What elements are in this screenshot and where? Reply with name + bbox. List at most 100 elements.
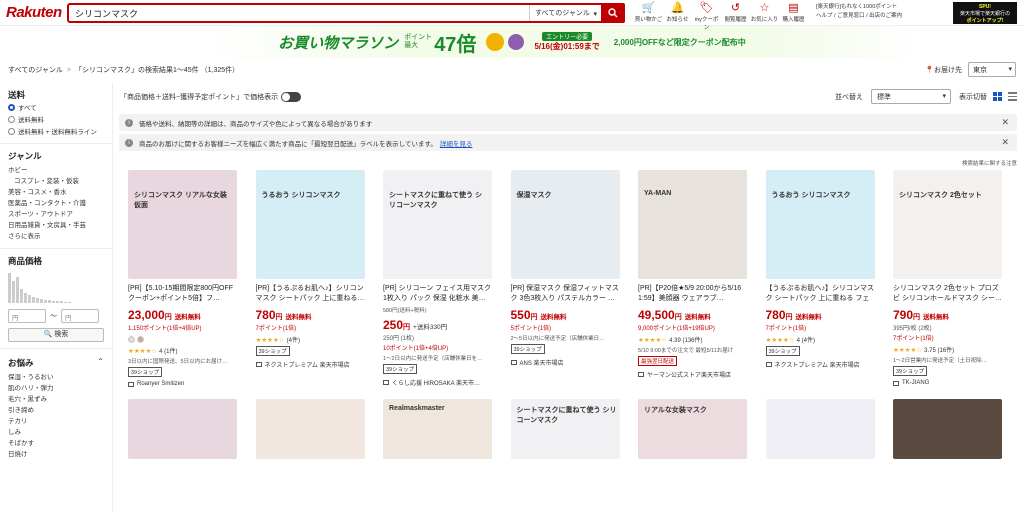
history-link[interactable]: ↺ 閲覧履歴 — [721, 2, 750, 31]
price-min-input[interactable]: 円 — [8, 309, 46, 323]
genre-select[interactable]: すべてのジャンル ▾ — [529, 5, 601, 21]
genre-item-sports[interactable]: スポーツ・アウトドア — [0, 209, 112, 220]
product-title[interactable]: [PR]【うるぷるお肌へ♪】シリコンマスク シートパック 上に重ねる… — [256, 284, 366, 304]
product-image[interactable]: うるおう シリコンマスク — [765, 170, 875, 279]
product-image[interactable]: シリコンマスク リアルな女装仮面 — [128, 170, 237, 279]
search-button[interactable] — [601, 3, 625, 23]
product-card[interactable]: YA-MAN [PR]【P20倍★5/9 20:00から5/16 1:59】美顔器… — [629, 170, 757, 387]
review-count[interactable]: 4 (4件) — [797, 338, 815, 344]
coupon-link[interactable]: 🏷 myクーポン — [692, 2, 721, 31]
related-note-link[interactable]: 検索結果に関する注意 — [119, 159, 1017, 167]
product-card[interactable]: シリコンマスク 2色セットシリコンマスク 2色セット プロズビ シリコンホールド… — [884, 170, 1012, 387]
product-image[interactable] — [765, 399, 875, 459]
help-links[interactable]: ヘルプ / ご意見窓口 / 出店のご案内 — [816, 12, 902, 21]
product-card[interactable] — [247, 399, 375, 459]
product-card[interactable]: 保湿マスク [PR] 保湿マスク 保湿フィットマスク 3色3枚入り パステルカラー… — [502, 170, 630, 387]
shop-name[interactable]: Roanyer Smitizen — [128, 381, 238, 387]
product-title[interactable]: [PR]【5.10-15期間限定800円OFFクーポン+ポイント5倍】フ… — [128, 284, 238, 304]
genre-show-more[interactable]: さらに表示 — [0, 231, 112, 242]
marathon-banner[interactable]: お買い物マラソン ポイント 最大 47倍 エントリー必要 5/16(金)01:59… — [0, 26, 1024, 58]
notification-link[interactable]: 🔔 お知らせ — [663, 2, 692, 31]
product-card[interactable]: うるおう シリコンマスク [PR]【うるぷるお肌へ♪】シリコンマスク シートパック… — [247, 170, 375, 387]
shipping-option-free-line[interactable]: 送料無料 + 送料無料ライン — [0, 125, 112, 137]
rakuten-logo[interactable]: Rakuten — [6, 4, 68, 21]
genre-item-beauty[interactable]: 美容・コスメ・香水 — [0, 187, 112, 198]
product-title[interactable]: [PR]【P20倍★5/9 20:00から5/16 1:59】美顔器 ウェアラブ… — [638, 284, 748, 304]
review-count[interactable]: 4.39 (136件) — [669, 338, 702, 344]
product-card[interactable]: シートマスクに重ねて使う シリコーンマスク — [502, 399, 630, 459]
concern-item[interactable]: 肌のハリ・弾力 — [0, 383, 112, 394]
list-view-icon[interactable] — [1008, 92, 1017, 102]
favorite-link[interactable]: ☆ お気に入り — [750, 2, 779, 31]
review-count[interactable]: 4 (1件) — [159, 349, 177, 355]
product-card[interactable] — [119, 399, 247, 459]
price-max-input[interactable]: 円 — [61, 309, 99, 323]
purchase-history-link[interactable]: ▤ 購入履歴 — [779, 2, 808, 31]
price-title: 商品価格 — [8, 256, 43, 266]
bank-promo-link[interactable]: [楽天銀行]もれなく1000ポイント — [816, 3, 902, 12]
product-image[interactable]: Realmaskmaster — [383, 399, 492, 459]
genre-item-hobby[interactable]: ホビー — [0, 165, 112, 176]
product-image[interactable] — [255, 399, 365, 459]
header-icon-links: 🛒 買い物かご 🔔 お知らせ 🏷 myクーポン ↺ 閲覧履歴 ☆ お気に入り ▤ 購入履歴 — [634, 2, 808, 31]
price-display-toggle[interactable] — [281, 92, 302, 102]
concern-item[interactable]: 保湿・うるおい — [0, 372, 112, 383]
product-card[interactable] — [884, 399, 1012, 459]
color-swatch[interactable] — [137, 336, 144, 343]
close-icon[interactable]: ✕ — [1001, 137, 1009, 148]
product-image[interactable] — [893, 399, 1002, 459]
close-icon[interactable]: ✕ — [1001, 117, 1009, 128]
price-value: 250 — [383, 318, 404, 332]
product-title[interactable]: [PR] 保湿マスク 保湿フィットマスク 3色3枚入り パステルカラー … — [511, 284, 621, 304]
shop-name[interactable]: ヤーマン公式ストア楽天市場店 — [638, 370, 748, 379]
genre-item-cosplay[interactable]: コスプレ・変装・仮装 — [0, 176, 112, 187]
concern-item[interactable]: そばかす — [0, 438, 112, 449]
review-count[interactable]: (4件) — [287, 338, 300, 344]
product-image[interactable]: リアルな女装マスク — [638, 399, 747, 459]
cart-link[interactable]: 🛒 買い物かご — [634, 2, 663, 31]
product-title[interactable]: シリコンマスク 2色セット プロズビ シリコンホールドマスク シー… — [893, 284, 1003, 304]
product-card[interactable]: Realmaskmaster — [374, 399, 502, 459]
product-card[interactable]: うるおう シリコンマスク【うるぷるお肌へ♪】シリコンマスク シートパック 上に重… — [757, 170, 885, 387]
concern-item[interactable]: しみ — [0, 427, 112, 438]
search-input[interactable]: シリコンマスク — [69, 7, 529, 20]
price-search-button[interactable]: 🔍 検索 — [8, 328, 104, 342]
delivery-select[interactable]: 東京 — [968, 62, 1016, 77]
product-card[interactable] — [757, 399, 885, 459]
details-link[interactable]: 詳細を見る — [440, 138, 473, 148]
shop-name[interactable]: ネクストプレミアム 楽天市場店 — [765, 360, 876, 369]
product-price: 250 円 +送料330円 — [383, 318, 493, 332]
color-swatch[interactable] — [128, 336, 135, 343]
product-image[interactable]: シリコンマスク 2色セット — [893, 170, 1002, 279]
product-card[interactable]: シリコンマスク リアルな女装仮面 [PR]【5.10-15期間限定800円OFFク… — [119, 170, 247, 387]
product-image[interactable]: シートマスクに重ねて使う シリコーンマスク — [510, 399, 620, 459]
concern-item[interactable]: 日焼け — [0, 449, 112, 460]
product-title[interactable]: 【うるぷるお肌へ♪】シリコンマスク シートパック 上に重ねる フェイ… — [766, 284, 876, 304]
sort-select[interactable]: 標準 — [871, 89, 951, 104]
product-card[interactable]: シートマスクに重ねて使う シリコーンマスク [PR] シリコーン フェイス用マスク… — [374, 170, 502, 387]
spu-banner-cta: ポイントアップ! — [966, 18, 1004, 24]
genre-item-daily[interactable]: 日用品雑貨・文房具・手芸 — [0, 220, 112, 231]
product-title[interactable]: [PR] シリコーン フェイス用マスク 1枚入り パック 保湿 化粧水 美… — [383, 284, 493, 304]
grid-view-icon[interactable] — [993, 92, 1002, 101]
breadcrumb-root[interactable]: すべてのジャンル — [8, 65, 63, 75]
spu-banner[interactable]: SPU! 楽天市場で楽天銀行の ポイントアップ! — [953, 2, 1017, 24]
shop-name[interactable]: ANS 楽天市場店 — [510, 358, 621, 367]
shop-name[interactable]: ネクストプレミアム 楽天市場店 — [255, 360, 366, 369]
product-image[interactable]: シートマスクに重ねて使う シリコーンマスク — [383, 170, 492, 279]
genre-item-medical[interactable]: 医薬品・コンタクト・介護 — [0, 198, 112, 209]
concern-item[interactable]: 毛穴・黒ずみ — [0, 394, 112, 405]
shop-name[interactable]: くらし応援 HIROSAKA 楽天市… — [383, 378, 493, 387]
product-card[interactable]: リアルな女装マスク — [629, 399, 757, 459]
product-image[interactable]: 保湿マスク — [510, 170, 620, 279]
product-image[interactable]: YA-MAN — [638, 170, 747, 279]
shipping-option-all[interactable]: すべて — [0, 101, 112, 113]
review-count[interactable]: 3.75 (16件) — [924, 348, 954, 354]
product-image[interactable]: うるおう シリコンマスク — [255, 170, 365, 279]
concern-item[interactable]: テカリ — [0, 416, 112, 427]
concern-item[interactable]: 引き締め — [0, 405, 112, 416]
concern-header[interactable]: お悩み ⌃ — [0, 357, 112, 369]
product-image[interactable] — [128, 399, 237, 459]
shipping-option-free[interactable]: 送料無料 — [0, 113, 112, 125]
shop-name[interactable]: TK-JIANG — [893, 380, 1003, 386]
